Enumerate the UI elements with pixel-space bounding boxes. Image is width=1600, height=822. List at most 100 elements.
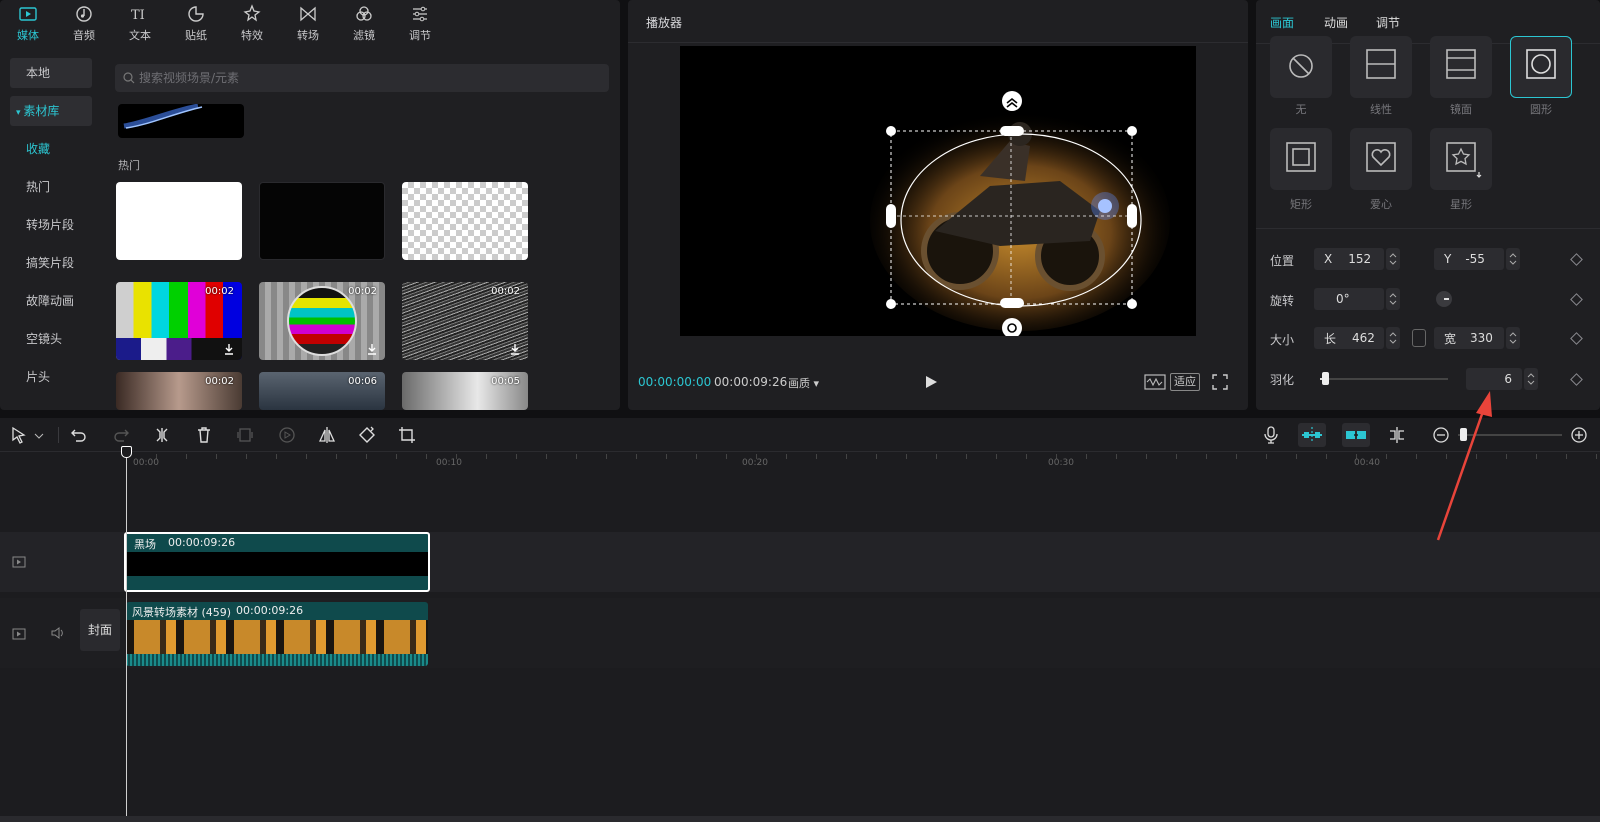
rotation-field[interactable]: 0° [1314,288,1384,310]
clip-scenery[interactable]: 风景转场素材 (459) 00:00:09:26 [126,602,428,666]
link-toggle[interactable] [1342,423,1370,447]
tab-transition[interactable]: 转场 [280,0,336,46]
corner-handle[interactable] [886,299,896,309]
chevron-down-icon[interactable] [34,432,44,440]
timeline-scrollbar[interactable] [0,816,1600,822]
undo-icon[interactable] [70,426,88,444]
media-thumb-testcard[interactable]: 00:02 [259,282,385,360]
sidebar-item-favorites[interactable]: 收藏 [10,134,92,164]
waveform-icon[interactable] [1144,374,1166,390]
delete-icon[interactable] [195,426,213,444]
mask-none-button[interactable] [1270,36,1332,98]
quality-dropdown[interactable]: 画质 ▾ [788,375,819,391]
media-thumb-colorbars[interactable]: 00:02 [116,282,242,360]
rotation-dial[interactable] [1436,291,1452,307]
media-thumb-transparent[interactable] [402,182,528,260]
mask-star-button[interactable] [1430,128,1492,190]
left-handle[interactable] [886,204,896,228]
rotate-icon[interactable] [358,426,376,444]
x-stepper[interactable] [1386,248,1400,270]
fullscreen-icon[interactable] [1212,374,1228,390]
mask-circle-button[interactable] [1510,36,1572,98]
playhead-handle[interactable] [121,446,132,458]
sidebar-item-intro[interactable]: 片头 [10,362,92,392]
y-stepper[interactable] [1506,248,1520,270]
tab-media[interactable]: 媒体 [0,0,56,46]
width-field[interactable]: 宽 330 [1434,327,1504,349]
media-thumb-clip5[interactable]: 00:06 [259,372,385,410]
tab-text[interactable]: TI 文本 [112,0,168,46]
media-thumb-noise[interactable]: 00:02 [402,282,528,360]
tab-animation[interactable]: 动画 [1324,14,1348,31]
bottom-handle[interactable] [1000,298,1024,308]
track-video-icon[interactable] [12,556,26,568]
fit-button[interactable]: 适应 [1170,373,1200,391]
track-video-icon[interactable] [12,628,26,640]
tab-effects[interactable]: 特效 [224,0,280,46]
play-icon[interactable] [924,375,938,389]
download-icon[interactable] [365,342,379,356]
tab-picture[interactable]: 画面 [1270,14,1294,31]
right-handle[interactable] [1127,204,1137,228]
crop-icon[interactable] [398,426,416,444]
length-field[interactable]: 长 462 [1314,327,1384,349]
snap-toggle[interactable] [1298,423,1326,447]
search-box[interactable] [115,64,609,92]
feather-slider-track[interactable] [1320,378,1448,380]
zoom-in-icon[interactable] [1570,426,1588,444]
mask-rect-button[interactable] [1270,128,1332,190]
feather-keyframe-icon[interactable] [1570,373,1583,386]
sidebar-item-transition-clips[interactable]: 转场片段 [10,210,92,240]
timeline-ruler[interactable]: 00:00 00:10 00:20 00:30 00:40 [0,454,1600,476]
video-canvas[interactable] [680,46,1196,338]
size-keyframe-icon[interactable] [1570,332,1583,345]
media-thumb-clip6[interactable]: 00:05 [402,372,528,410]
feather-stepper[interactable] [1524,368,1538,390]
corner-handle[interactable] [886,126,896,136]
tab-adjust[interactable]: 调节 [392,0,448,46]
mirror-icon[interactable] [318,426,336,444]
sidebar-item-library[interactable]: ▾ 素材库 [10,96,92,126]
split-icon[interactable] [153,426,171,444]
y-field[interactable]: Y -55 [1434,248,1504,270]
preview-axis-icon[interactable] [1388,426,1406,444]
media-thumb-white[interactable] [116,182,242,260]
playhead[interactable] [126,448,127,822]
clip-black[interactable]: 黑场 00:00:09:26 [124,532,430,592]
corner-handle[interactable] [1127,299,1137,309]
x-field[interactable]: X 152 [1314,248,1384,270]
media-thumb-black[interactable] [259,182,385,260]
cover-button[interactable]: 封面 [80,609,120,651]
tab-sticker[interactable]: 贴纸 [168,0,224,46]
sidebar-item-funny-clips[interactable]: 搞笑片段 [10,248,92,278]
sidebar-item-hot[interactable]: 热门 [10,172,92,202]
tab-audio[interactable]: 音频 [56,0,112,46]
rotation-keyframe-icon[interactable] [1570,293,1583,306]
reverse-icon[interactable] [278,426,296,444]
width-stepper[interactable] [1506,327,1520,349]
freeze-frame-icon[interactable] [236,426,254,444]
corner-handle[interactable] [1127,126,1137,136]
rotation-stepper[interactable] [1386,288,1400,310]
feather-handle-icon[interactable] [1002,91,1022,111]
link-aspect-icon[interactable] [1412,329,1426,347]
sidebar-item-local[interactable]: 本地 [10,58,92,88]
sidebar-item-glitch[interactable]: 故障动画 [10,286,92,316]
search-input[interactable] [139,71,579,85]
length-stepper[interactable] [1386,327,1400,349]
media-thumb-sparkle[interactable] [118,104,244,138]
mask-heart-button[interactable] [1350,128,1412,190]
top-handle[interactable] [1000,126,1024,136]
download-icon[interactable] [222,342,236,356]
position-keyframe-icon[interactable] [1570,253,1583,266]
tab-filter[interactable]: 滤镜 [336,0,392,46]
mask-mirror-button[interactable] [1430,36,1492,98]
tab-adjust-props[interactable]: 调节 [1376,14,1400,31]
media-thumb-clip4[interactable]: 00:02 [116,372,242,410]
select-pointer-icon[interactable] [10,426,28,444]
redo-icon[interactable] [112,426,130,444]
feather-slider-thumb[interactable] [1322,372,1329,385]
speaker-icon[interactable] [50,626,66,640]
sidebar-item-empty-shot[interactable]: 空镜头 [10,324,92,354]
download-icon[interactable] [508,342,522,356]
